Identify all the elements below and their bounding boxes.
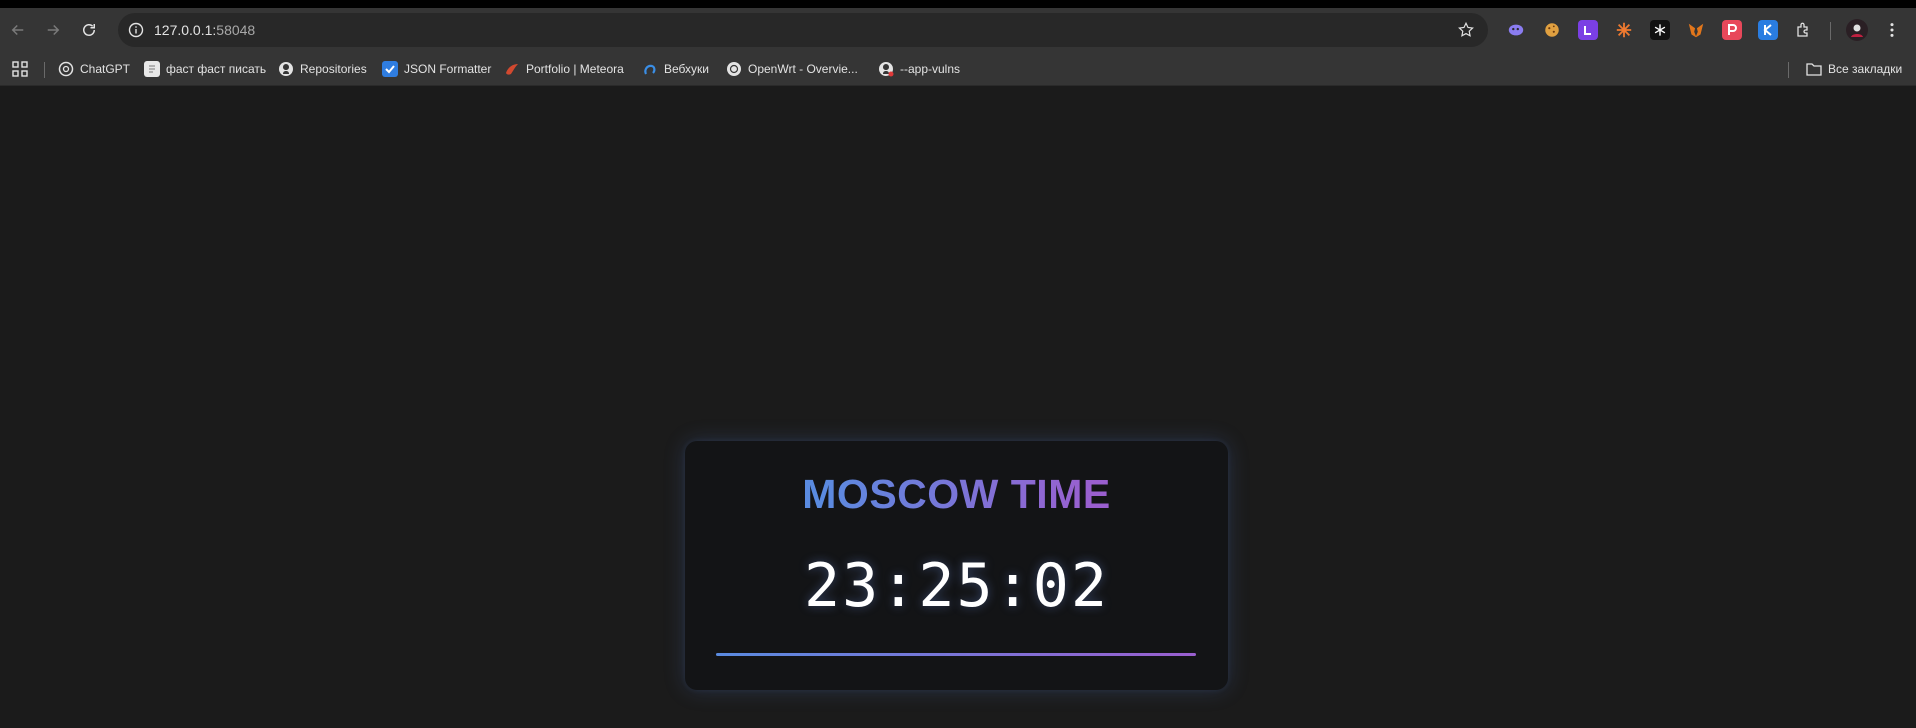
bookmark-label: JSON Formatter <box>404 62 492 76</box>
meteora-icon <box>504 61 520 77</box>
all-bookmarks-label: Все закладки <box>1828 62 1903 76</box>
bookmark-label: Portfolio | Meteora <box>526 62 624 76</box>
bookmarks-divider <box>44 62 45 78</box>
menu-kebab-icon[interactable] <box>1882 20 1902 40</box>
folder-icon <box>1806 61 1822 77</box>
clock-card: MOSCOW TIME 23:25:02 <box>685 441 1228 690</box>
bookmark-json-formatter[interactable]: JSON Formatter <box>382 59 491 79</box>
bookmark-label: Вебхуки <box>664 62 709 76</box>
bookmark-repositories[interactable]: Repositories <box>278 59 367 79</box>
reload-button[interactable] <box>75 16 103 44</box>
extension-snowflake-icon[interactable] <box>1650 20 1670 40</box>
clock-accent-bar <box>716 653 1196 656</box>
webhook-icon <box>642 61 658 77</box>
clock-time: 23:25:02 <box>804 551 1109 621</box>
back-button[interactable] <box>4 16 32 44</box>
bookmark-label: --app-vulns <box>900 62 961 76</box>
apps-grid-icon <box>12 61 28 77</box>
bookmark-label: OpenWrt - Overvie... <box>748 62 858 76</box>
info-icon <box>128 22 144 38</box>
bookmark-label: фаст фаст писать <box>166 62 267 76</box>
bookmark-app-vulns[interactable]: --app-vulns <box>878 59 960 79</box>
window-top-strip <box>0 0 1916 8</box>
page-content: MOSCOW TIME 23:25:02 <box>0 87 1916 728</box>
extension-cookie-icon[interactable] <box>1542 20 1562 40</box>
apps-grid-button[interactable] <box>12 59 28 79</box>
github-icon <box>878 61 894 77</box>
chatgpt-icon <box>58 61 74 77</box>
url-host: 127.0.0.1: <box>154 22 217 38</box>
bookmark-star-button[interactable] <box>1456 20 1476 40</box>
bookmark-chatgpt[interactable]: ChatGPT <box>58 59 130 79</box>
extension-purple-icon[interactable] <box>1578 20 1598 40</box>
profile-avatar[interactable] <box>1846 19 1868 41</box>
bookmark-fast-write[interactable]: фаст фаст писать <box>144 59 266 79</box>
extension-p-icon[interactable] <box>1722 20 1742 40</box>
github-icon <box>278 61 294 77</box>
openwrt-icon <box>726 61 742 77</box>
bookmark-label: ChatGPT <box>80 62 131 76</box>
bookmark-webhooks[interactable]: Вебхуки <box>642 59 709 79</box>
bookmark-openwrt[interactable]: OpenWrt - Overvie... <box>726 59 858 79</box>
all-bookmarks-button[interactable]: Все закладки <box>1806 59 1902 79</box>
page-icon <box>144 61 160 77</box>
bookmark-label: Repositories <box>300 62 367 76</box>
extension-ghost-icon[interactable] <box>1506 20 1526 40</box>
extension-metamask-icon[interactable] <box>1686 20 1706 40</box>
bookmarks-divider <box>1788 62 1789 78</box>
url-port: 58048 <box>216 22 256 38</box>
toolbar-divider <box>1830 22 1831 40</box>
reload-icon <box>83 24 95 36</box>
browser-toolbar: 127.0.0.1:58048 <box>0 8 1916 52</box>
site-info-button[interactable] <box>126 20 146 40</box>
checkbox-icon <box>382 61 398 77</box>
url-text[interactable]: 127.0.0.1:58048 <box>154 22 255 38</box>
extensions-puzzle-icon[interactable] <box>1794 20 1814 40</box>
arrow-right-icon <box>47 24 60 36</box>
bookmark-portfolio-meteora[interactable]: Portfolio | Meteora <box>504 59 624 79</box>
arrow-left-icon <box>11 24 24 36</box>
forward-button[interactable] <box>39 16 67 44</box>
clock-title: MOSCOW TIME <box>685 471 1228 518</box>
star-icon <box>1458 21 1474 37</box>
address-bar[interactable]: 127.0.0.1:58048 <box>118 13 1488 47</box>
bookmarks-bar: ChatGPT фаст фаст писать Repositories JS… <box>0 52 1916 86</box>
extension-k-icon[interactable] <box>1758 20 1778 40</box>
extension-spark-icon[interactable] <box>1614 20 1634 40</box>
